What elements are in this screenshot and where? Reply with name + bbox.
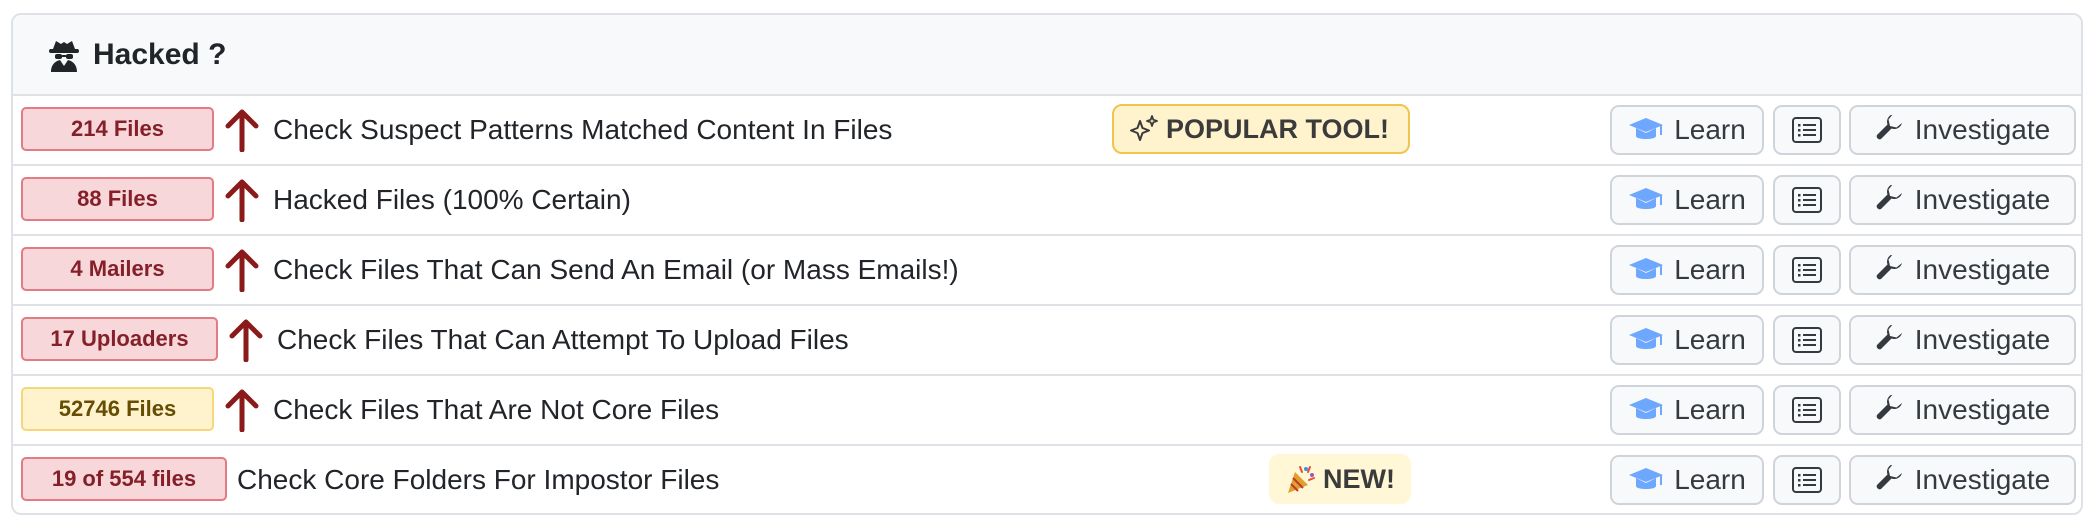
list-icon bbox=[1792, 467, 1822, 493]
table-row: 19 of 554 files Check Core Folders For I… bbox=[13, 446, 2081, 513]
row-title: Check Core Folders For Impostor Files bbox=[237, 464, 720, 495]
graduation-cap-icon bbox=[1629, 188, 1664, 209]
learn-button[interactable]: Learn bbox=[1610, 455, 1764, 505]
learn-button[interactable]: Learn bbox=[1610, 245, 1764, 295]
count-badge[interactable]: 88 Files bbox=[21, 177, 214, 221]
count-badge[interactable]: 214 Files bbox=[21, 107, 214, 151]
wrench-icon bbox=[1876, 325, 1902, 350]
graduation-cap-icon bbox=[1629, 328, 1664, 349]
count-badge[interactable]: 17 Uploaders bbox=[21, 317, 218, 361]
count-badge[interactable]: 4 Mailers bbox=[21, 247, 214, 291]
details-button[interactable] bbox=[1773, 385, 1841, 435]
investigate-button[interactable]: Investigate bbox=[1849, 105, 2076, 155]
spy-icon bbox=[47, 38, 81, 72]
arrow-up-icon bbox=[229, 319, 263, 362]
investigate-button[interactable]: Investigate bbox=[1849, 455, 2076, 505]
details-button[interactable] bbox=[1773, 455, 1841, 505]
tag-label: NEW! bbox=[1323, 463, 1395, 494]
learn-button[interactable]: Learn bbox=[1610, 175, 1764, 225]
wrench-icon bbox=[1876, 395, 1902, 420]
wrench-icon bbox=[1876, 185, 1902, 210]
table-row: 214 Files Check Suspect Patterns Matched… bbox=[13, 96, 2081, 166]
wrench-icon bbox=[1876, 115, 1902, 140]
wrench-icon bbox=[1876, 255, 1902, 280]
investigate-button[interactable]: Investigate bbox=[1849, 245, 2076, 295]
row-title: Check Files That Can Send An Email (or M… bbox=[273, 254, 959, 285]
table-row: 17 Uploaders Check Files That Can Attemp… bbox=[13, 306, 2081, 376]
details-button[interactable] bbox=[1773, 245, 1841, 295]
popular-tool-tag: POPULAR TOOL! bbox=[1112, 104, 1410, 154]
arrow-up-icon bbox=[225, 249, 259, 292]
details-button[interactable] bbox=[1773, 175, 1841, 225]
graduation-cap-icon bbox=[1629, 118, 1664, 139]
panel-header: Hacked ? bbox=[13, 15, 2081, 96]
list-icon bbox=[1792, 117, 1822, 143]
details-button[interactable] bbox=[1773, 315, 1841, 365]
investigate-button[interactable]: Investigate bbox=[1849, 315, 2076, 365]
investigate-button[interactable]: Investigate bbox=[1849, 385, 2076, 435]
details-button[interactable] bbox=[1773, 105, 1841, 155]
count-badge[interactable]: 52746 Files bbox=[21, 387, 214, 431]
list-icon bbox=[1792, 257, 1822, 283]
list-icon bbox=[1792, 397, 1822, 423]
list-icon bbox=[1792, 187, 1822, 213]
row-title: Check Files That Can Attempt To Upload F… bbox=[277, 324, 849, 355]
new-tag: NEW! bbox=[1269, 454, 1411, 504]
learn-button[interactable]: Learn bbox=[1610, 105, 1764, 155]
row-title: Hacked Files (100% Certain) bbox=[273, 184, 631, 215]
graduation-cap-icon bbox=[1629, 468, 1664, 489]
graduation-cap-icon bbox=[1629, 258, 1664, 279]
sparkles-icon bbox=[1130, 115, 1158, 141]
panel-title: Hacked ? bbox=[93, 37, 227, 71]
table-row: 4 Mailers Check Files That Can Send An E… bbox=[13, 236, 2081, 306]
investigate-button[interactable]: Investigate bbox=[1849, 175, 2076, 225]
graduation-cap-icon bbox=[1629, 398, 1664, 419]
hacked-panel: Hacked ? 214 Files Check Suspect Pattern… bbox=[11, 13, 2083, 515]
tag-label: POPULAR TOOL! bbox=[1166, 113, 1390, 144]
table-row: 88 Files Hacked Files (100% Certain) Lea… bbox=[13, 166, 2081, 236]
party-popper-icon bbox=[1288, 466, 1315, 493]
arrow-up-icon bbox=[225, 179, 259, 222]
arrow-up-icon bbox=[225, 389, 259, 432]
row-title: Check Suspect Patterns Matched Content I… bbox=[273, 114, 893, 145]
count-badge[interactable]: 19 of 554 files bbox=[21, 457, 227, 501]
list-icon bbox=[1792, 327, 1822, 353]
table-row: 52746 Files Check Files That Are Not Cor… bbox=[13, 376, 2081, 446]
learn-button[interactable]: Learn bbox=[1610, 385, 1764, 435]
arrow-up-icon bbox=[225, 109, 259, 152]
row-title: Check Files That Are Not Core Files bbox=[273, 394, 720, 425]
wrench-icon bbox=[1876, 465, 1902, 490]
learn-button[interactable]: Learn bbox=[1610, 315, 1764, 365]
